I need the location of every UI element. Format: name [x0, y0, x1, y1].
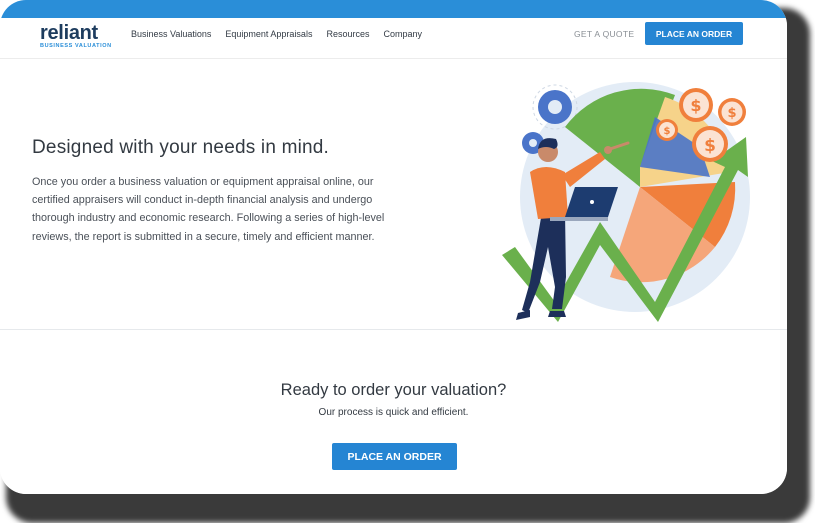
browser-window: reliant BUSINESS VALUATION Business Valu… — [0, 0, 787, 494]
svg-text:$: $ — [704, 136, 716, 156]
coin-icon: $ — [679, 88, 713, 122]
coin-icon: $ — [692, 126, 728, 162]
hero-section: Designed with your needs in mind. Once y… — [0, 59, 787, 330]
hero-description: Once you order a business valuation or e… — [32, 176, 385, 243]
brand-tagline: BUSINESS VALUATION — [40, 43, 112, 49]
get-a-quote-link[interactable]: GET A QUOTE — [574, 29, 634, 39]
cta-title: Ready to order your valuation? — [280, 381, 507, 399]
place-order-button-header[interactable]: PLACE AN ORDER — [645, 22, 743, 45]
coin-icon: $ — [718, 98, 746, 126]
nav-item-business-valuations[interactable]: Business Valuations — [131, 29, 211, 39]
main-nav: Business Valuations Equipment Appraisals… — [131, 29, 436, 39]
brand-logo[interactable]: reliant BUSINESS VALUATION — [40, 23, 112, 49]
top-accent-bar — [0, 0, 787, 18]
coin-icon: $ — [656, 119, 678, 141]
valuation-illustration: $ $ $ $ — [502, 82, 750, 322]
brand-name: reliant — [40, 22, 98, 44]
site-header: reliant BUSINESS VALUATION Business Valu… — [0, 18, 787, 59]
cta-subtitle: Our process is quick and efficient. — [318, 407, 469, 418]
hero-title: Designed with your needs in mind. — [32, 137, 330, 158]
place-order-button[interactable]: PLACE AN ORDER — [332, 443, 457, 470]
cta-section: Ready to order your valuation? Our proce… — [0, 330, 787, 494]
nav-item-company[interactable]: Company — [383, 29, 422, 39]
svg-text:$: $ — [727, 106, 736, 121]
nav-item-resources[interactable]: Resources — [326, 29, 369, 39]
svg-text:$: $ — [664, 126, 671, 137]
nav-item-equipment-appraisals[interactable]: Equipment Appraisals — [225, 29, 312, 39]
svg-text:$: $ — [690, 96, 701, 115]
